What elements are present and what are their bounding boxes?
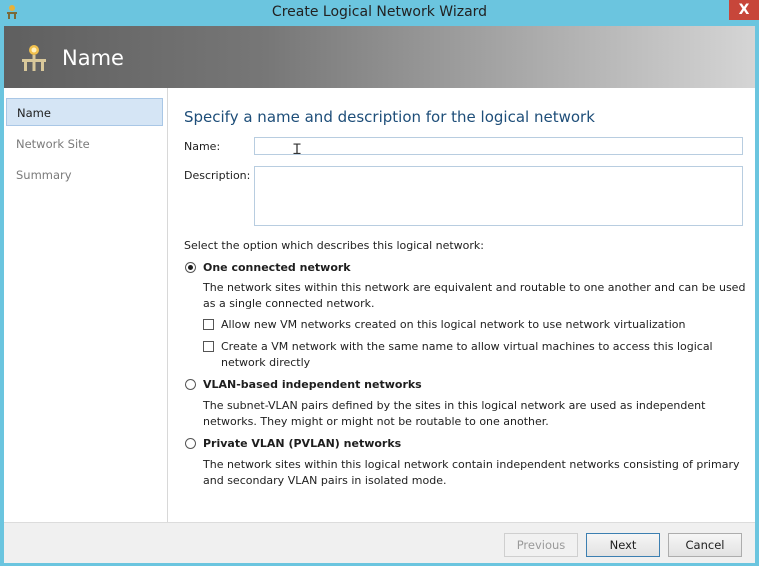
name-label: Name: (184, 140, 221, 153)
vlan-based-description: The subnet-VLAN pairs defined by the sit… (203, 399, 706, 428)
wizard-nav: Name Network Site Summary (4, 88, 168, 522)
nav-item-network-site[interactable]: Network Site (6, 130, 163, 158)
cancel-button[interactable]: Cancel (668, 533, 742, 557)
window-title: Create Logical Network Wizard (271, 4, 488, 20)
wizard-footer: Previous Next Cancel (4, 522, 755, 563)
window-frame-right (755, 26, 759, 566)
network-virtualization-checkbox[interactable] (203, 319, 214, 330)
previous-button[interactable]: Previous (504, 533, 578, 557)
vlan-based-label[interactable]: VLAN-based independent networks (203, 378, 422, 391)
description-label: Description: (184, 169, 251, 182)
network-virtualization-label[interactable]: Allow new VM networks created on this lo… (221, 317, 741, 333)
nav-item-name[interactable]: Name (6, 98, 163, 126)
logical-network-icon (22, 45, 46, 71)
wizard-content: Specify a name and description for the l… (168, 88, 755, 522)
section-heading: Specify a name and description for the l… (184, 108, 595, 126)
option-prompt: Select the option which describes this l… (184, 239, 484, 252)
nav-item-summary[interactable]: Summary (6, 161, 163, 189)
description-input[interactable] (254, 166, 743, 226)
create-vm-network-checkbox[interactable] (203, 341, 214, 352)
page-title: Name (62, 46, 124, 70)
one-connected-description: The network sites within this network ar… (203, 281, 746, 310)
text-cursor-icon: Ｉ (290, 142, 304, 158)
pvlan-description: The network sites within this logical ne… (203, 458, 740, 487)
close-button[interactable]: X (729, 0, 759, 20)
name-input[interactable] (254, 137, 743, 155)
pvlan-radio[interactable] (185, 438, 196, 449)
title-bar: Create Logical Network Wizard X (0, 0, 759, 26)
create-vm-network-label[interactable]: Create a VM network with the same name t… (221, 339, 746, 371)
pvlan-label[interactable]: Private VLAN (PVLAN) networks (203, 437, 401, 450)
one-connected-radio[interactable] (185, 262, 196, 273)
wizard-header: Name (4, 26, 755, 88)
vlan-based-radio[interactable] (185, 379, 196, 390)
one-connected-label[interactable]: One connected network (203, 261, 351, 274)
next-button[interactable]: Next (586, 533, 660, 557)
